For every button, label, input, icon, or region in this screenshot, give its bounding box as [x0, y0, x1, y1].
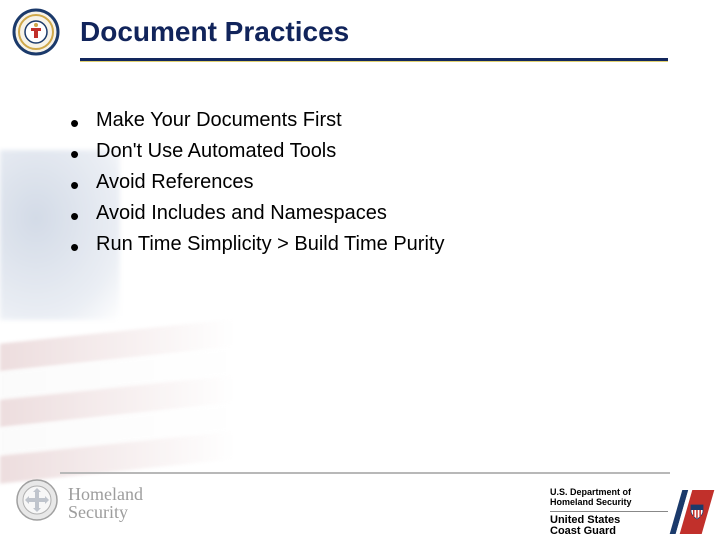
bullet-item: Avoid Includes and Namespaces [70, 198, 444, 229]
dept-divider [550, 511, 668, 512]
bullet-item: Avoid References [70, 167, 444, 198]
cg-line2: Coast Guard [550, 526, 668, 538]
homeland-line2: Security [68, 503, 143, 521]
agency-seal-icon [12, 8, 60, 56]
flag-background [0, 0, 260, 540]
department-block: U.S. Department of Homeland Security Uni… [550, 488, 668, 538]
homeland-line1: Homeland [68, 485, 143, 503]
homeland-security-block: Homeland Security [16, 479, 143, 526]
dept-line2: Homeland Security [550, 498, 668, 508]
dhs-seal-icon [16, 479, 58, 526]
homeland-security-text: Homeland Security [68, 485, 143, 521]
bullet-item: Make Your Documents First [70, 105, 444, 136]
bullet-item: Don't Use Automated Tools [70, 136, 444, 167]
bullet-list: Make Your Documents First Don't Use Auto… [70, 105, 444, 260]
footer-divider [60, 472, 670, 474]
slide: Document Practices Make Your Documents F… [0, 0, 720, 540]
bullet-item: Run Time Simplicity > Build Time Purity [70, 229, 444, 260]
slide-title: Document Practices [80, 16, 349, 48]
uscg-racing-stripe-icon [674, 490, 714, 534]
title-divider [80, 58, 668, 62]
